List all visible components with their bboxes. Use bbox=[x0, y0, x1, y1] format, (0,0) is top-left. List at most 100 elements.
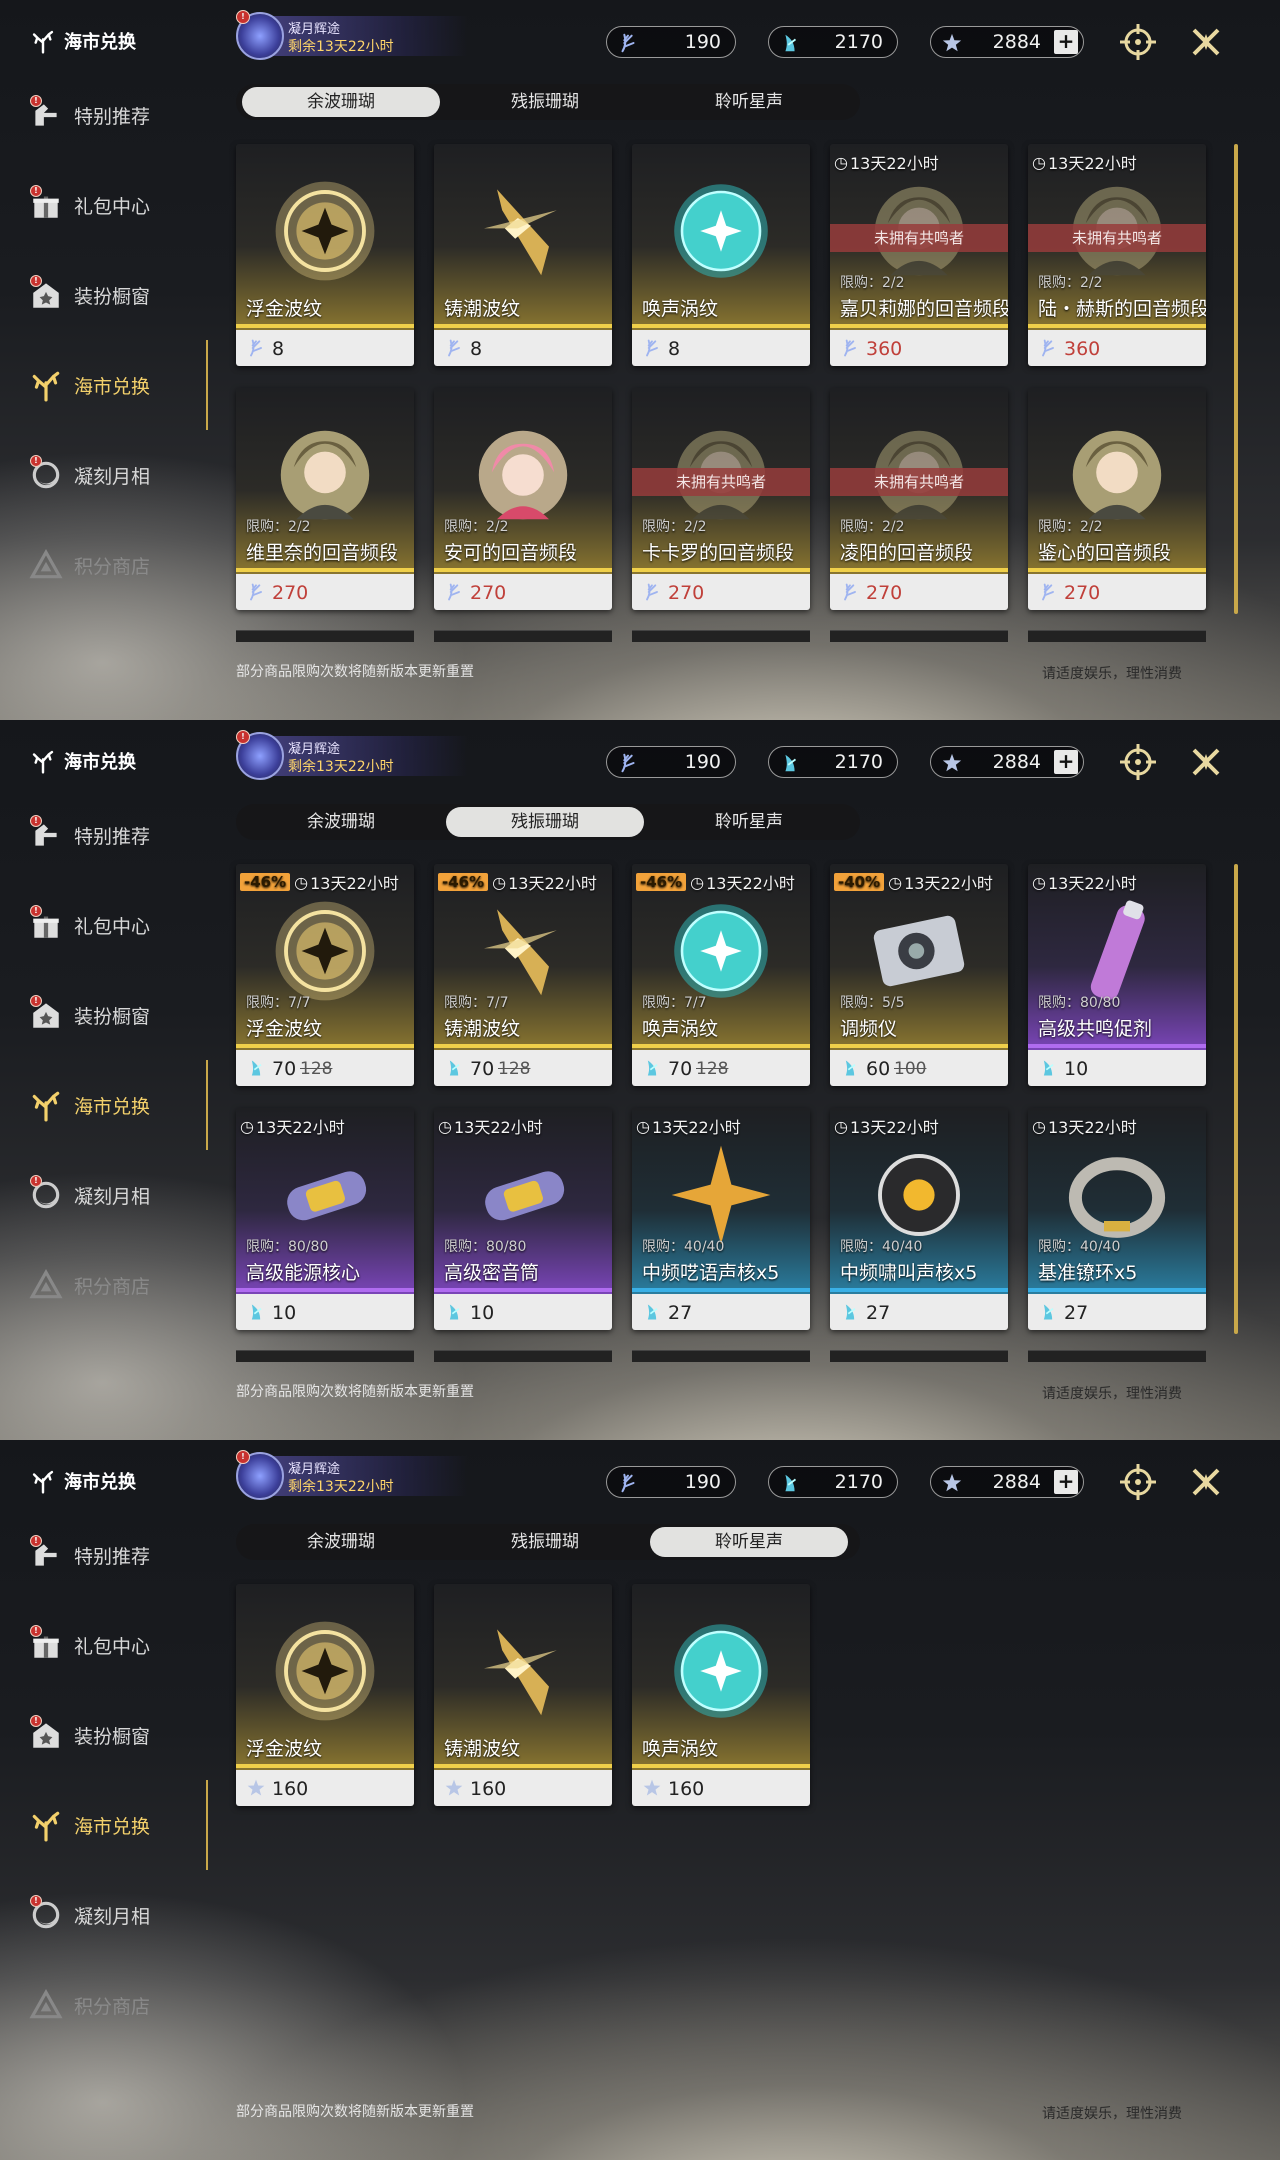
currency-3[interactable]: 2884 + bbox=[930, 1466, 1084, 1498]
timer-text: 13天22小时 bbox=[1047, 1118, 1137, 1137]
tab-1[interactable]: 余波珊瑚 bbox=[242, 1527, 440, 1557]
tab-3[interactable]: 聆听星声 bbox=[650, 807, 848, 837]
tab-3[interactable]: 聆听星声 bbox=[650, 1527, 848, 1557]
sidebar-item-6[interactable]: 积分商店 bbox=[28, 1260, 198, 1310]
tab-3[interactable]: 聆听星声 bbox=[650, 87, 848, 117]
sidebar-title-label: 海市兑换 bbox=[64, 752, 136, 773]
shop-item-card[interactable]: 浮金波纹 8 bbox=[236, 144, 414, 366]
shop-item-card[interactable]: 限购：2/2 鉴心的回音频段 270 bbox=[1028, 388, 1206, 610]
target-icon[interactable] bbox=[1118, 1462, 1158, 1502]
purchase-limit: 限购：40/40 bbox=[1038, 1239, 1121, 1255]
shop-item-card[interactable]: -46% ◷ 13天22小时 限购：7/7 铸潮波纹 70 128 bbox=[434, 864, 612, 1086]
shop-item-card[interactable]: 限购：2/2 安可的回音频段 270 bbox=[434, 388, 612, 610]
sidebar-item-4[interactable]: 海市兑换 bbox=[28, 1800, 198, 1850]
sidebar-item-1[interactable]: ! 特别推荐 bbox=[28, 90, 198, 140]
sidebar-item-6[interactable]: 积分商店 bbox=[28, 540, 198, 590]
shop-item-card[interactable]: 铸潮波纹 160 bbox=[434, 1584, 612, 1806]
tab-1[interactable]: 余波珊瑚 bbox=[242, 807, 440, 837]
wave-coral-icon bbox=[840, 338, 860, 358]
price-bar: 10 bbox=[434, 1294, 612, 1330]
scrollbar[interactable] bbox=[1234, 144, 1238, 614]
shop-item-card[interactable]: ◷ 13天22小时 未拥有共鸣者 限购：2/2 陆・赫斯的回音频段 360 bbox=[1028, 144, 1206, 366]
sidebar-item-5[interactable]: ! 凝刻月相 bbox=[28, 1890, 198, 1940]
purchase-limit: 限购：2/2 bbox=[1038, 519, 1103, 535]
resonance-coral-icon bbox=[444, 1302, 464, 1322]
purchase-limit: 限购：2/2 bbox=[840, 519, 905, 535]
tab-2[interactable]: 残振珊瑚 bbox=[446, 87, 644, 117]
sidebar-item-1[interactable]: ! 特别推荐 bbox=[28, 1530, 198, 1580]
shop-item-card[interactable]: ◷ 13天22小时 限购：80/80 高级密音筒 10 bbox=[434, 1108, 612, 1330]
item-price: 70 bbox=[272, 1058, 297, 1080]
sidebar-item-label: 积分商店 bbox=[74, 1275, 151, 1298]
shop-item-card[interactable]: 唤声涡纹 8 bbox=[632, 144, 810, 366]
sidebar-item-4[interactable]: 海市兑换 bbox=[28, 360, 198, 410]
resonance-coral-icon bbox=[779, 752, 801, 774]
wave-coral-icon bbox=[1038, 338, 1058, 358]
price-bar: 60 100 bbox=[830, 1050, 1008, 1086]
sidebar: 海市兑换! 特别推荐! 礼包中心! 装扮橱窗 海市兑换! 凝刻月相 积分商店 bbox=[0, 0, 210, 720]
shop-item-card[interactable]: -46% ◷ 13天22小时 限购：7/7 唤声涡纹 70 128 bbox=[632, 864, 810, 1086]
shop-item-card[interactable]: 铸潮波纹 8 bbox=[434, 144, 612, 366]
tab-1[interactable]: 余波珊瑚 bbox=[242, 87, 440, 117]
rarity-bar bbox=[236, 568, 414, 572]
tab-2[interactable]: 残振珊瑚 bbox=[446, 1527, 644, 1557]
tab-2[interactable]: 残振珊瑚 bbox=[446, 807, 644, 837]
add-currency-button[interactable]: + bbox=[1054, 750, 1078, 774]
item-name: 凌阳的回音频段 bbox=[840, 542, 974, 564]
star-icon bbox=[941, 32, 963, 54]
clock-icon: ◷ bbox=[1032, 872, 1046, 892]
sidebar-item-2[interactable]: ! 礼包中心 bbox=[28, 900, 198, 950]
sidebar-item-1[interactable]: ! 特别推荐 bbox=[28, 810, 198, 860]
purchase-limit: 限购：80/80 bbox=[444, 1239, 527, 1255]
sidebar-item-2[interactable]: ! 礼包中心 bbox=[28, 180, 198, 230]
sidebar-item-label: 海市兑换 bbox=[74, 375, 151, 398]
close-icon[interactable] bbox=[1186, 22, 1226, 62]
target-icon[interactable] bbox=[1118, 742, 1158, 782]
sidebar-item-3[interactable]: ! 装扮橱窗 bbox=[28, 1710, 198, 1760]
timer: -46% ◷ 13天22小时 bbox=[636, 870, 795, 894]
currency-3[interactable]: 2884 + bbox=[930, 26, 1084, 58]
shop-item-card[interactable]: ◷ 13天22小时 限购：40/40 中频啸叫声核x5 27 bbox=[830, 1108, 1008, 1330]
close-icon[interactable] bbox=[1186, 1462, 1226, 1502]
scrollbar[interactable] bbox=[1234, 864, 1238, 1334]
sidebar-item-6[interactable]: 积分商店 bbox=[28, 1980, 198, 2030]
discount-badge: -46% bbox=[636, 873, 687, 891]
event-banner[interactable]: ! 凝月辉途 剩余13天22小时 bbox=[236, 1450, 468, 1502]
shop-item-card[interactable]: -40% ◷ 13天22小时 限购：5/5 调频仪 60 100 bbox=[830, 864, 1008, 1086]
reset-note: 部分商品限购次数将随新版本更新重置 bbox=[236, 2104, 474, 2120]
shop-item-card[interactable]: -46% ◷ 13天22小时 限购：7/7 浮金波纹 70 128 bbox=[236, 864, 414, 1086]
event-banner[interactable]: ! 凝月辉途 剩余13天22小时 bbox=[236, 10, 468, 62]
timer: ◷ 13天22小时 bbox=[636, 1114, 741, 1138]
not-owned-ribbon: 未拥有共鸣者 bbox=[830, 468, 1008, 496]
wave-coral-icon bbox=[246, 338, 266, 358]
target-icon[interactable] bbox=[1118, 22, 1158, 62]
coral-title-icon bbox=[30, 748, 56, 774]
shop-item-card[interactable]: 未拥有共鸣者 限购：2/2 凌阳的回音频段 270 bbox=[830, 388, 1008, 610]
shop-item-card[interactable]: 限购：2/2 维里奈的回音频段 270 bbox=[236, 388, 414, 610]
shop-item-card[interactable]: ◷ 13天22小时 未拥有共鸣者 限购：2/2 嘉贝莉娜的回音频段 360 bbox=[830, 144, 1008, 366]
shop-item-card[interactable]: 唤声涡纹 160 bbox=[632, 1584, 810, 1806]
shop-item-card[interactable]: ◷ 13天22小时 限购：40/40 中频呓语声核x5 27 bbox=[632, 1108, 810, 1330]
sidebar-item-5[interactable]: ! 凝刻月相 bbox=[28, 450, 198, 500]
clock-icon: ◷ bbox=[636, 1116, 650, 1136]
shop-item-card[interactable]: ◷ 13天22小时 限购：80/80 高级共鸣促剂 10 bbox=[1028, 864, 1206, 1086]
sidebar-item-4[interactable]: 海市兑换 bbox=[28, 1080, 198, 1130]
event-banner[interactable]: ! 凝月辉途 剩余13天22小时 bbox=[236, 730, 468, 782]
add-currency-button[interactable]: + bbox=[1054, 30, 1078, 54]
shop-item-card[interactable]: ◷ 13天22小时 限购：40/40 基准镣环x5 27 bbox=[1028, 1108, 1206, 1330]
add-currency-button[interactable]: + bbox=[1054, 1470, 1078, 1494]
sidebar-item-5[interactable]: ! 凝刻月相 bbox=[28, 1170, 198, 1220]
shop-item-card[interactable]: ◷ 13天22小时 限购：80/80 高级能源核心 10 bbox=[236, 1108, 414, 1330]
sidebar-item-label: 礼包中心 bbox=[74, 195, 151, 218]
original-price: 128 bbox=[696, 1059, 729, 1079]
sidebar-item-2[interactable]: ! 礼包中心 bbox=[28, 1620, 198, 1670]
sidebar-item-3[interactable]: ! 装扮橱窗 bbox=[28, 270, 198, 320]
currency-3[interactable]: 2884 + bbox=[930, 746, 1084, 778]
clock-icon: ◷ bbox=[1032, 1116, 1046, 1136]
shop-item-card[interactable]: 未拥有共鸣者 限购：2/2 卡卡罗的回音频段 270 bbox=[632, 388, 810, 610]
sidebar-item-label: 海市兑换 bbox=[74, 1815, 151, 1838]
purchase-limit: 限购：2/2 bbox=[444, 519, 509, 535]
sidebar-item-3[interactable]: ! 装扮橱窗 bbox=[28, 990, 198, 1040]
close-icon[interactable] bbox=[1186, 742, 1226, 782]
shop-item-card[interactable]: 浮金波纹 160 bbox=[236, 1584, 414, 1806]
